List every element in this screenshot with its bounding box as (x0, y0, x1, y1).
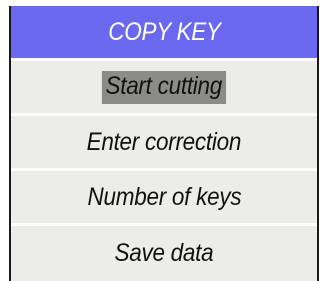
menu-item-number-of-keys[interactable]: Number of keys (11, 168, 317, 223)
menu-item-start-cutting[interactable]: Start cutting (11, 58, 317, 113)
menu-item-save-data[interactable]: Save data (11, 223, 317, 281)
copy-key-menu: COPY KEY Start cutting Enter correction … (9, 6, 319, 281)
menu-item-label: Enter correction (86, 127, 242, 156)
menu-item-label: Number of keys (87, 182, 241, 211)
menu-item-label: Start cutting (102, 70, 226, 104)
menu-item-enter-correction[interactable]: Enter correction (11, 113, 317, 168)
menu-item-label: Save data (114, 239, 214, 267)
menu-title: COPY KEY (107, 17, 221, 46)
menu-header: COPY KEY (11, 6, 317, 58)
